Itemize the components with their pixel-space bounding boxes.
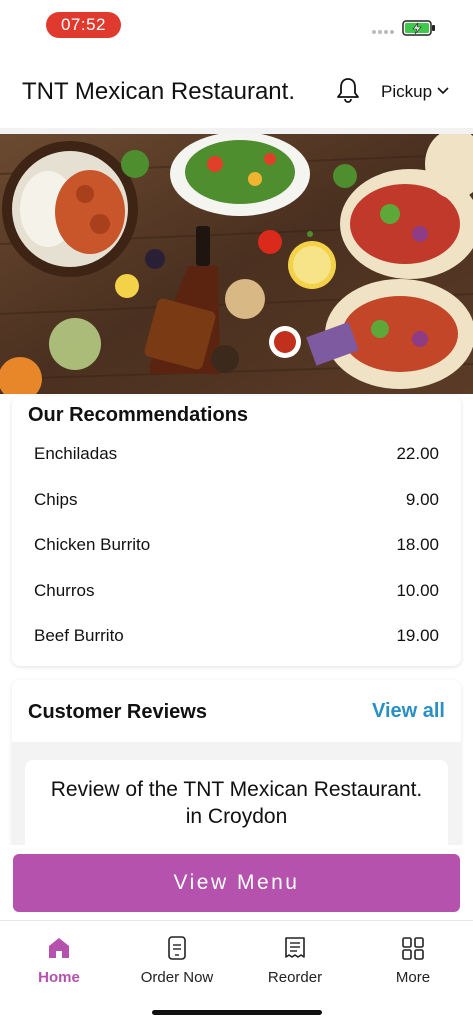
customer-reviews-card: Customer Reviews View all Review of the … — [12, 680, 461, 850]
list-item[interactable]: Churros 10.00 — [12, 569, 461, 615]
item-name: Chicken Burrito — [34, 535, 151, 555]
tab-reorder-label: Reorder — [267, 969, 323, 986]
view-menu-button[interactable]: View Menu — [13, 854, 460, 912]
view-all-link[interactable]: View all — [372, 700, 445, 723]
item-price: 10.00 — [396, 580, 439, 600]
tab-reorder[interactable]: Reorder — [236, 935, 354, 995]
review-card[interactable]: Review of the TNT Mexican Restaurant. in… — [25, 760, 448, 850]
item-name: Chips — [34, 489, 78, 509]
tab-more[interactable]: More — [354, 935, 472, 995]
recommendations-list: Enchiladas 22.00 Chips 9.00 Chicken Burr… — [12, 432, 461, 660]
tab-order-now-label: Order Now — [140, 969, 214, 986]
recommendations-card: Our Recommendations Enchiladas 22.00 Chi… — [12, 396, 461, 666]
restaurant-title: TNT Mexican Restaurant. — [22, 78, 295, 105]
home-icon — [49, 938, 69, 958]
tab-home-label: Home — [38, 969, 80, 986]
status-bar: 07:52 — [0, 0, 473, 50]
item-price: 22.00 — [396, 444, 439, 463]
signal-icon — [372, 30, 398, 36]
tab-home[interactable]: Home — [0, 935, 118, 995]
tab-more-label: More — [395, 969, 431, 986]
list-item[interactable]: Chips 9.00 — [12, 478, 461, 524]
item-name: Beef Burrito — [34, 626, 124, 646]
review-heading: Review of the TNT Mexican Restaurant. in… — [50, 778, 423, 828]
list-item[interactable]: Beef Burrito 19.00 — [12, 614, 461, 660]
hero-food-image — [0, 134, 473, 394]
app-header: TNT Mexican Restaurant. Pickup — [0, 52, 473, 130]
item-price: 18.00 — [396, 535, 439, 555]
item-price: 9.00 — [405, 489, 439, 509]
home-indicator — [152, 1010, 322, 1015]
tab-order-now[interactable]: Order Now — [118, 935, 236, 995]
phone-order-icon — [168, 936, 186, 960]
tab-bar: Home Order Now Reorder More — [0, 920, 473, 1024]
list-item[interactable]: Enchiladas 22.00 — [12, 432, 461, 478]
reviews-header: Customer Reviews View all — [12, 680, 461, 742]
bell-icon[interactable] — [335, 76, 361, 104]
recommendations-title: Our Recommendations — [28, 404, 249, 426]
reviews-body: Review of the TNT Mexican Restaurant. in… — [12, 742, 461, 850]
chevron-down-icon[interactable] — [437, 86, 449, 96]
status-time: 07:52 — [46, 12, 121, 38]
cta-zone: View Menu — [0, 845, 473, 920]
pickup-mode-selector[interactable]: Pickup — [381, 82, 432, 102]
grid-icon — [402, 937, 424, 960]
item-name: Churros — [34, 580, 95, 600]
item-price: 19.00 — [396, 626, 439, 646]
battery-charging-icon — [402, 20, 435, 36]
list-item[interactable]: Chicken Burrito 18.00 — [12, 523, 461, 569]
reviews-title: Customer Reviews — [28, 701, 207, 723]
item-name: Enchiladas — [34, 444, 118, 463]
receipt-icon — [285, 937, 305, 958]
